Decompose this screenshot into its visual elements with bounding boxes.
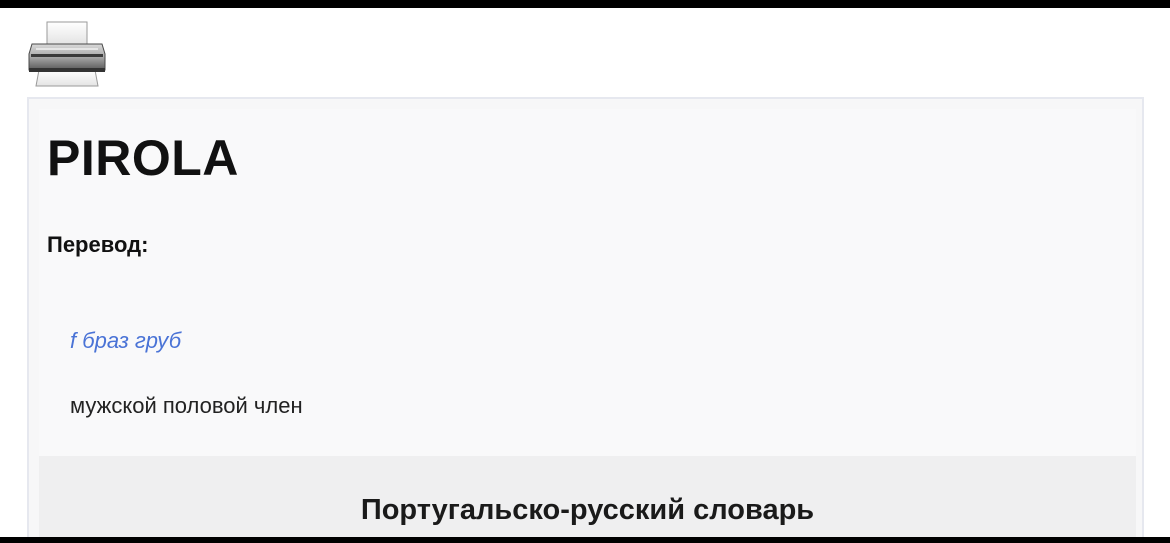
translation-text: мужской половой член <box>70 393 303 418</box>
printer-icon <box>28 21 106 87</box>
dictionary-entry: PIROLA Перевод: f браз груб мужской поло… <box>39 109 1136 456</box>
translation-label: Перевод: <box>47 232 149 257</box>
headword: PIROLA <box>47 130 239 186</box>
print-button[interactable] <box>26 20 108 90</box>
dictionary-footer: Португальско-русский словарь <box>39 456 1136 537</box>
grammar-note: f браз груб <box>70 328 182 353</box>
page-viewport: PIROLA Перевод: f браз груб мужской поло… <box>0 8 1170 537</box>
dictionary-title: Португальско-русский словарь <box>360 494 815 526</box>
dictionary-card: PIROLA Перевод: f браз груб мужской поло… <box>27 97 1144 537</box>
